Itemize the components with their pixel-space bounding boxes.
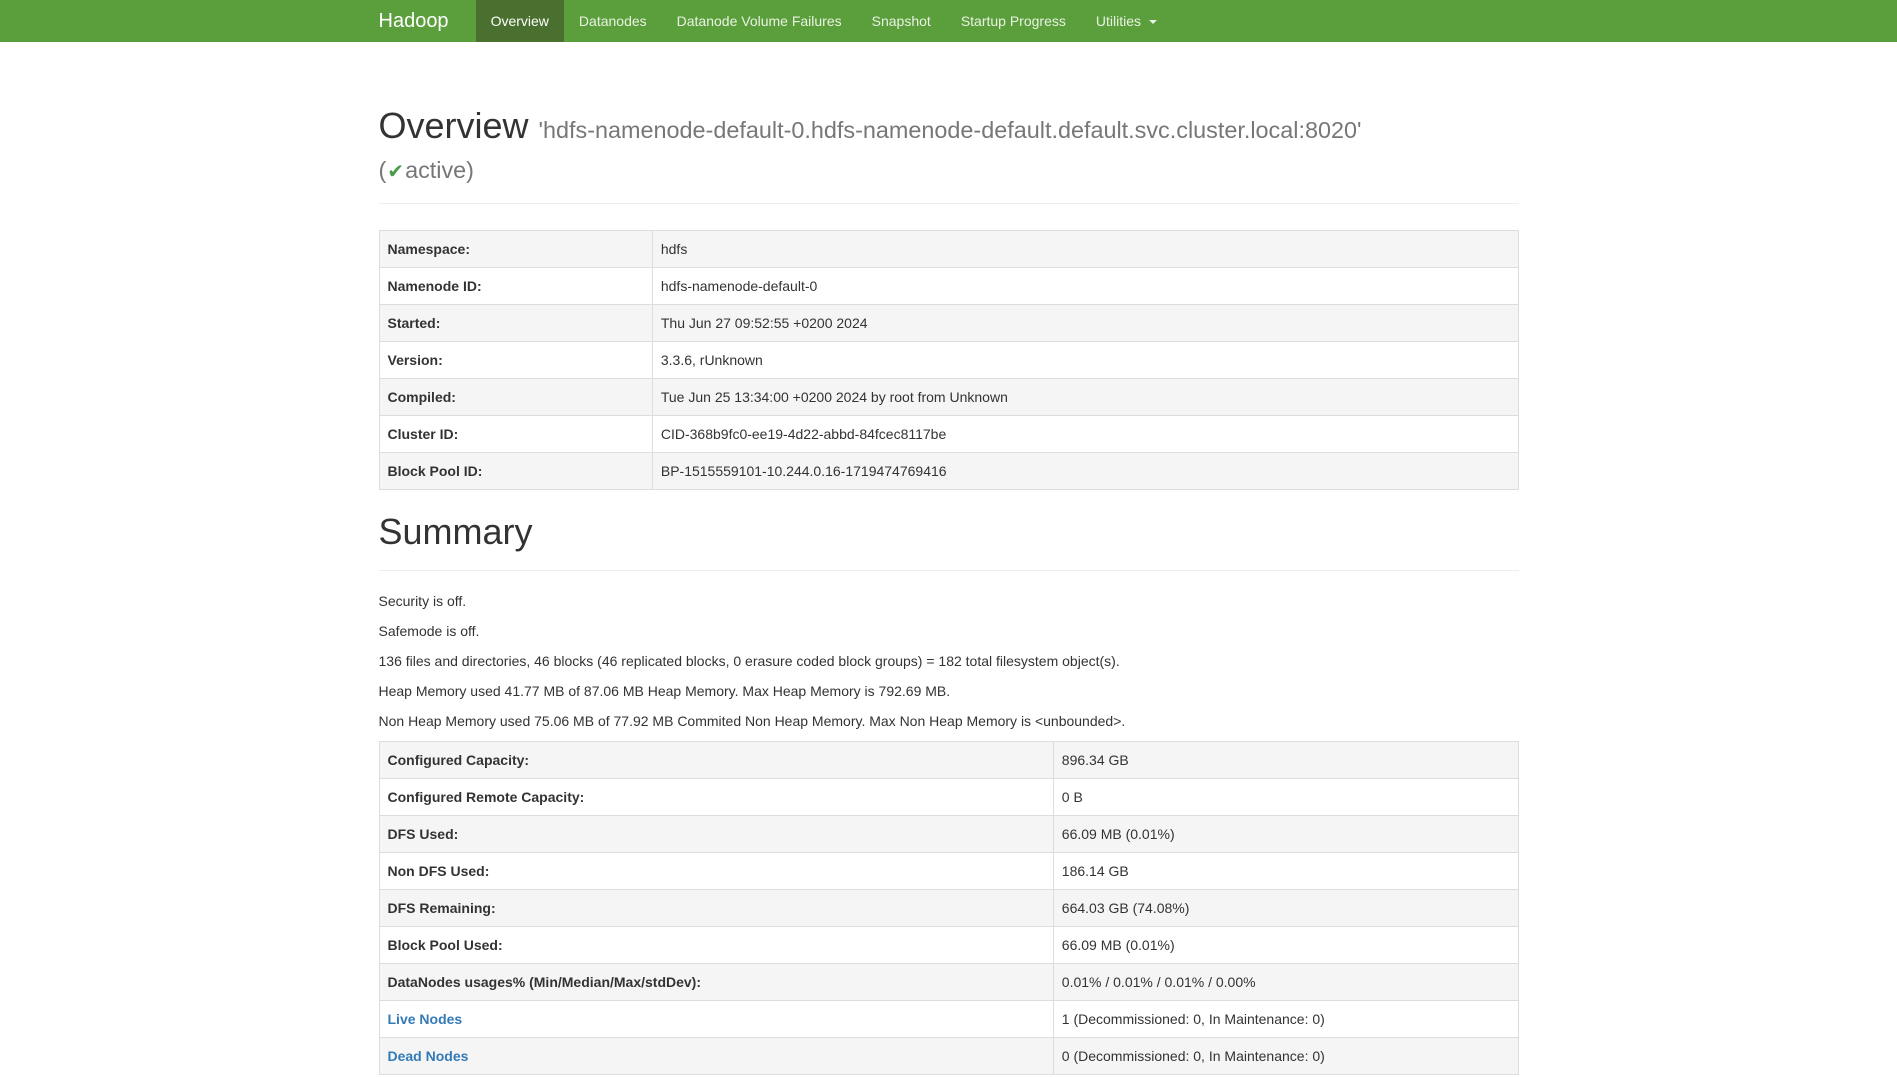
nav-link[interactable]: Snapshot xyxy=(857,0,946,42)
nav-item-utilities: Utilities xyxy=(1081,0,1172,42)
page-title-text: Overview xyxy=(379,105,529,146)
namenode-info-table-body: Namespace:hdfsNamenode ID:hdfs-namenode-… xyxy=(379,231,1518,490)
row-value: hdfs-namenode-default-0 xyxy=(652,268,1518,305)
live-nodes-link[interactable]: Live Nodes xyxy=(388,1011,463,1027)
row-label: Compiled: xyxy=(379,379,652,416)
summary-title: Summary xyxy=(379,512,1519,552)
row-value: 3.3.6, rUnknown xyxy=(652,342,1518,379)
row-label: Configured Capacity: xyxy=(379,741,1053,778)
summary-line-heap-memory: Heap Memory used 41.77 MB of 87.06 MB He… xyxy=(379,681,1519,701)
namenode-status: (✔active) xyxy=(379,157,474,183)
row-label: Configured Remote Capacity: xyxy=(379,778,1053,815)
row-value: 186.14 GB xyxy=(1053,852,1518,889)
nav-link[interactable]: Datanode Volume Failures xyxy=(662,0,857,42)
row-value: CID-368b9fc0-ee19-4d22-abbd-84fcec8117be xyxy=(652,416,1518,453)
table-row: Cluster ID:CID-368b9fc0-ee19-4d22-abbd-8… xyxy=(379,416,1518,453)
table-row: Non DFS Used:186.14 GB xyxy=(379,852,1518,889)
nav-link[interactable]: Utilities xyxy=(1081,0,1172,42)
summary-line-safemode: Safemode is off. xyxy=(379,621,1519,641)
summary-line-security: Security is off. xyxy=(379,591,1519,611)
row-label: Namenode ID: xyxy=(379,268,652,305)
row-label: Namespace: xyxy=(379,231,652,268)
row-value: 0 (Decommissioned: 0, In Maintenance: 0) xyxy=(1053,1037,1518,1074)
row-value: 0.01% / 0.01% / 0.01% / 0.00% xyxy=(1053,963,1518,1000)
row-label: Cluster ID: xyxy=(379,416,652,453)
namenode-host: 'hdfs-namenode-default-0.hdfs-namenode-d… xyxy=(539,117,1362,143)
caret-down-icon xyxy=(1149,20,1157,24)
nav-item-overview: Overview xyxy=(476,0,564,42)
table-row: DFS Remaining:664.03 GB (74.08%) xyxy=(379,889,1518,926)
top-navbar: Hadoop OverviewDatanodesDatanode Volume … xyxy=(0,0,1897,42)
row-label: DFS Remaining: xyxy=(379,889,1053,926)
status-label: active xyxy=(405,157,466,183)
row-value: 896.34 GB xyxy=(1053,741,1518,778)
page-title: Overview 'hdfs-namenode-default-0.hdfs-n… xyxy=(379,106,1519,185)
summary-line-non-heap-memory: Non Heap Memory used 75.06 MB of 77.92 M… xyxy=(379,711,1519,731)
status-close-paren: ) xyxy=(466,157,474,183)
navbar-inner: Hadoop OverviewDatanodesDatanode Volume … xyxy=(364,0,1534,42)
row-label: Dead Nodes xyxy=(379,1037,1053,1074)
check-icon: ✔ xyxy=(386,161,405,183)
row-value: Tue Jun 25 13:34:00 +0200 2024 by root f… xyxy=(652,379,1518,416)
row-value: BP-1515559101-10.244.0.16-1719474769416 xyxy=(652,453,1518,490)
row-value: 0 B xyxy=(1053,778,1518,815)
table-row: Live Nodes 1 (Decommissioned: 0, In Maint… xyxy=(379,1000,1518,1037)
row-label: Started: xyxy=(379,305,652,342)
nav-item-startup-progress: Startup Progress xyxy=(946,0,1081,42)
nav-item-snapshot: Snapshot xyxy=(857,0,946,42)
namenode-info-table: Namespace:hdfsNamenode ID:hdfs-namenode-… xyxy=(379,230,1519,490)
row-value: 1 (Decommissioned: 0, In Maintenance: 0) xyxy=(1053,1000,1518,1037)
table-row: Version:3.3.6, rUnknown xyxy=(379,342,1518,379)
row-label: Version: xyxy=(379,342,652,379)
row-value: 66.09 MB (0.01%) xyxy=(1053,926,1518,963)
table-row: DataNodes usages% (Min/Median/Max/stdDev… xyxy=(379,963,1518,1000)
row-value: hdfs xyxy=(652,231,1518,268)
table-row: Namespace:hdfs xyxy=(379,231,1518,268)
row-label: Block Pool Used: xyxy=(379,926,1053,963)
table-row: Configured Capacity:896.34 GB xyxy=(379,741,1518,778)
summary-paragraphs: Security is off. Safemode is off. 136 fi… xyxy=(379,591,1519,731)
row-value: 664.03 GB (74.08%) xyxy=(1053,889,1518,926)
table-row: Dead Nodes 0 (Decommissioned: 0, In Maint… xyxy=(379,1037,1518,1074)
nav-link[interactable]: Datanodes xyxy=(564,0,662,42)
row-label: DFS Used: xyxy=(379,815,1053,852)
row-label: Non DFS Used: xyxy=(379,852,1053,889)
summary-line-filesystem-objects: 136 files and directories, 46 blocks (46… xyxy=(379,651,1519,671)
title-divider xyxy=(379,203,1519,204)
table-row: Block Pool Used:66.09 MB (0.01%) xyxy=(379,926,1518,963)
row-value: 66.09 MB (0.01%) xyxy=(1053,815,1518,852)
row-label: Live Nodes xyxy=(379,1000,1053,1037)
summary-divider xyxy=(379,570,1519,571)
row-label: DataNodes usages% (Min/Median/Max/stdDev… xyxy=(379,963,1053,1000)
brand-hadoop[interactable]: Hadoop xyxy=(364,0,464,42)
table-row: Configured Remote Capacity:0 B xyxy=(379,778,1518,815)
table-row: Started:Thu Jun 27 09:52:55 +0200 2024 xyxy=(379,305,1518,342)
dead-nodes-link[interactable]: Dead Nodes xyxy=(388,1048,469,1064)
nav-link[interactable]: Startup Progress xyxy=(946,0,1081,42)
row-label: Block Pool ID: xyxy=(379,453,652,490)
nav-link[interactable]: Overview xyxy=(476,0,564,42)
nav-menu: OverviewDatanodesDatanode Volume Failure… xyxy=(476,0,1172,42)
table-row: Namenode ID:hdfs-namenode-default-0 xyxy=(379,268,1518,305)
nav-item-datanodes: Datanodes xyxy=(564,0,662,42)
nav-item-datanode-volume-failures: Datanode Volume Failures xyxy=(662,0,857,42)
main-content: Overview 'hdfs-namenode-default-0.hdfs-n… xyxy=(364,106,1534,1075)
table-row: Block Pool ID:BP-1515559101-10.244.0.16-… xyxy=(379,453,1518,490)
summary-table-body: Configured Capacity:896.34 GBConfigured … xyxy=(379,741,1518,1074)
summary-table: Configured Capacity:896.34 GBConfigured … xyxy=(379,741,1519,1075)
row-value: Thu Jun 27 09:52:55 +0200 2024 xyxy=(652,305,1518,342)
table-row: Compiled:Tue Jun 25 13:34:00 +0200 2024 … xyxy=(379,379,1518,416)
table-row: DFS Used:66.09 MB (0.01%) xyxy=(379,815,1518,852)
